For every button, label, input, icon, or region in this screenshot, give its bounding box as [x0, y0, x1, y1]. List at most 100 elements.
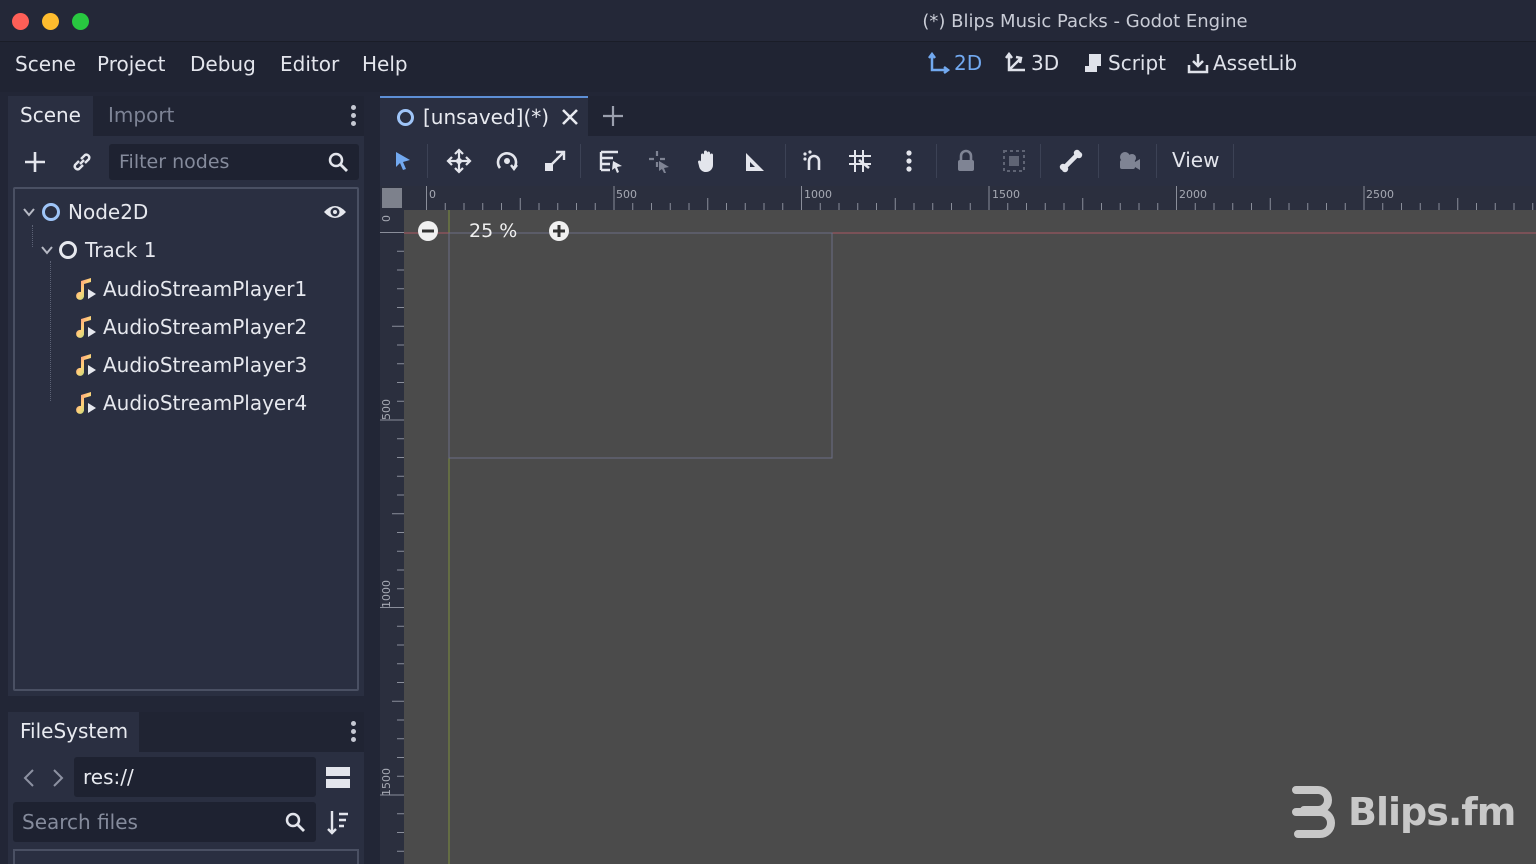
link-icon — [73, 153, 91, 171]
menu-scene[interactable]: Scene — [15, 52, 76, 76]
snap-icon[interactable] — [801, 148, 827, 174]
filter-nodes-input[interactable] — [109, 144, 309, 180]
toolbar-separator — [580, 144, 581, 178]
workspace-3d-label: 3D — [1031, 51, 1060, 75]
menu-debug[interactable]: Debug — [190, 52, 256, 76]
filesystem-dock-tabbar: FileSystem — [8, 712, 364, 752]
search-files-field[interactable] — [13, 802, 316, 842]
path-field[interactable]: res:// — [74, 757, 316, 797]
node-icon — [59, 241, 77, 259]
chevron-down-icon[interactable] — [22, 205, 36, 219]
horizontal-ruler: 0 500 1000 1500 2000 2500 — [404, 186, 1536, 210]
menu-bar: Scene Project Debug Editor Help 2D 3D Sc… — [0, 42, 1536, 92]
menu-editor[interactable]: Editor — [280, 52, 339, 76]
pan-hand-icon[interactable] — [695, 148, 721, 174]
visibility-eye-icon[interactable] — [323, 202, 347, 222]
zoom-level[interactable]: 25 % — [469, 220, 517, 242]
zoom-in-icon[interactable] — [548, 220, 570, 242]
filter-nodes-field[interactable] — [109, 144, 359, 180]
tree-node-label: Track 1 — [85, 238, 157, 262]
workspace-assetlib-label: AssetLib — [1213, 51, 1298, 75]
lock-icon[interactable] — [953, 148, 979, 174]
scene-dock-menu-icon[interactable] — [348, 102, 358, 130]
close-icon[interactable] — [560, 107, 580, 127]
chevron-down-icon[interactable] — [40, 243, 54, 257]
workspace-3d-button[interactable]: 3D — [1005, 51, 1059, 75]
node2d-icon — [397, 109, 414, 126]
search-icon — [285, 812, 305, 832]
close-window-button[interactable] — [12, 13, 29, 30]
list-select-icon[interactable] — [598, 148, 624, 174]
camera-icon[interactable] — [1115, 148, 1141, 174]
split-view-icon[interactable] — [325, 765, 351, 791]
watermark-text: Blips.fm — [1348, 790, 1516, 834]
grid-snap-icon[interactable] — [847, 148, 873, 174]
chevron-right-icon[interactable] — [51, 768, 65, 788]
more-options-icon[interactable] — [896, 148, 922, 174]
workspace-assetlib-button[interactable]: AssetLib — [1187, 51, 1297, 75]
tree-node-label: AudioStreamPlayer2 — [103, 315, 308, 339]
vertical-ruler: 0 500 1000 1500 — [380, 210, 404, 864]
scene-dock-tabbar: Scene Import — [8, 96, 364, 136]
search-files-input[interactable] — [13, 802, 263, 842]
canvas-toolbar: View — [380, 136, 1536, 186]
audio-stream-player-icon — [76, 392, 96, 414]
bone-icon[interactable] — [1058, 148, 1084, 174]
sort-icon[interactable] — [326, 809, 350, 835]
minimize-window-button[interactable] — [42, 13, 59, 30]
workspace-script-button[interactable]: Script — [1082, 51, 1166, 75]
godot-editor-window: (*) Blips Music Packs - Godot Engine Sce… — [0, 0, 1536, 864]
ruler-v-label: 1500 — [380, 768, 393, 796]
move-mode-icon[interactable] — [446, 148, 472, 174]
toolbar-separator — [936, 144, 937, 178]
tab-filesystem[interactable]: FileSystem — [8, 712, 139, 752]
ruler-corner — [380, 186, 404, 210]
tree-node-track1[interactable]: Track 1 — [15, 232, 357, 268]
select-mode-icon[interactable] — [390, 148, 416, 174]
scale-mode-icon[interactable] — [542, 148, 568, 174]
ruler-h-label: 2000 — [1179, 188, 1207, 201]
zoom-out-icon[interactable] — [417, 220, 439, 242]
instance-scene-button[interactable] — [69, 149, 95, 175]
filesystem-dock-menu-icon[interactable] — [348, 718, 358, 746]
group-icon[interactable] — [1001, 148, 1027, 174]
toolbar-separator — [427, 144, 428, 178]
filesystem-dock: FileSystem res:// — [8, 712, 364, 864]
toolbar-separator — [1098, 144, 1099, 178]
2d-viewport[interactable]: 0 500 1000 1500 2000 2500 0 500 1000 150… — [380, 186, 1536, 864]
view-menu-button[interactable]: View — [1172, 148, 1219, 172]
audio-stream-player-icon — [76, 354, 96, 376]
ruler-h-label: 1500 — [992, 188, 1020, 201]
tab-import[interactable]: Import — [96, 96, 192, 136]
maximize-window-button[interactable] — [72, 13, 89, 30]
title-bar: (*) Blips Music Packs - Godot Engine — [0, 0, 1536, 42]
tree-node-audiostreamplayer2[interactable]: AudioStreamPlayer2 — [15, 309, 357, 345]
ruler-h-label: 500 — [616, 188, 637, 201]
chevron-left-icon[interactable] — [22, 768, 36, 788]
tree-node-audiostreamplayer3[interactable]: AudioStreamPlayer3 — [15, 347, 357, 383]
ruler-v-label: 0 — [380, 215, 393, 222]
tree-node-label: Node2D — [68, 200, 149, 224]
add-node-button[interactable] — [22, 149, 48, 175]
ruler-icon[interactable] — [743, 148, 769, 174]
scene-tab-unsaved[interactable]: [unsaved](*) — [380, 96, 588, 136]
tab-scene[interactable]: Scene — [8, 96, 93, 136]
tree-node-audiostreamplayer1[interactable]: AudioStreamPlayer1 — [15, 271, 357, 307]
tree-node-audiostreamplayer4[interactable]: AudioStreamPlayer4 — [15, 385, 357, 421]
toolbar-separator — [1156, 144, 1157, 178]
node2d-icon — [42, 203, 60, 221]
workspace-2d-button[interactable]: 2D — [928, 51, 982, 75]
tree-node-label: AudioStreamPlayer4 — [103, 391, 308, 415]
menu-project[interactable]: Project — [97, 52, 165, 76]
script-icon — [1085, 54, 1101, 72]
file-list — [13, 849, 359, 864]
pivot-icon[interactable] — [646, 148, 672, 174]
2d-icon — [928, 52, 950, 74]
add-scene-tab-icon[interactable] — [600, 103, 626, 129]
ruler-v-label: 1000 — [380, 580, 393, 608]
menu-help[interactable]: Help — [362, 52, 408, 76]
tree-node-node2d[interactable]: Node2D — [15, 194, 357, 230]
blips-watermark: Blips.fm — [1290, 783, 1516, 839]
rotate-mode-icon[interactable] — [494, 148, 520, 174]
tree-node-label: AudioStreamPlayer1 — [103, 277, 308, 301]
